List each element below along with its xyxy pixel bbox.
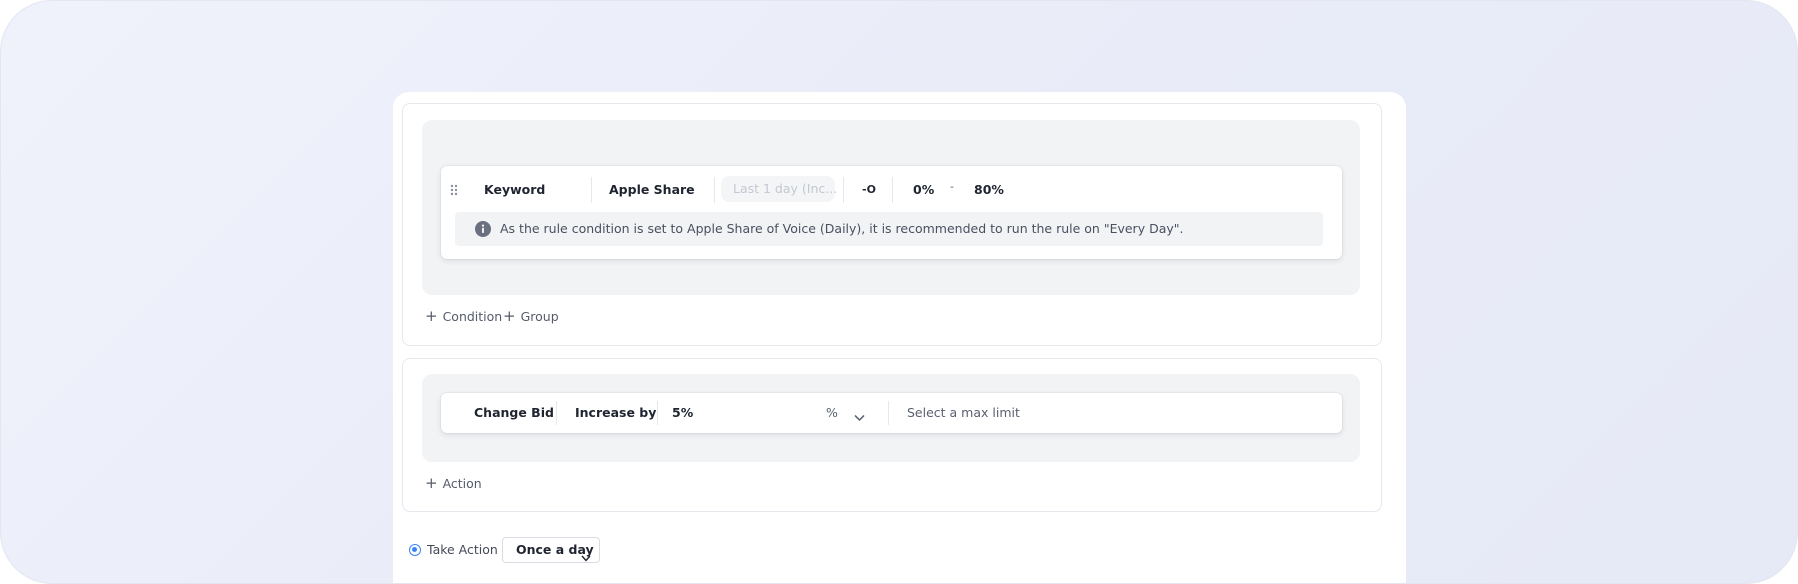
chevron-down-icon[interactable]	[854, 407, 865, 422]
range-dash: -	[950, 180, 954, 193]
action-amount-input[interactable]: 5%	[672, 405, 693, 421]
plus-icon: +	[503, 307, 516, 325]
action-unit-select[interactable]: %	[826, 405, 838, 421]
add-group-button[interactable]: + Group	[503, 307, 559, 325]
rule-editor-panel: Keyword Apple Share of V Last 1 day (Inc…	[393, 92, 1406, 583]
condition-row: Keyword Apple Share of V Last 1 day (Inc…	[441, 166, 1342, 259]
info-icon	[475, 221, 491, 237]
add-action-button[interactable]: + Action	[425, 474, 482, 492]
actions-card: Change Bid Increase by 5% % Select a max…	[402, 358, 1382, 512]
action-row: Change Bid Increase by 5% % Select a max…	[441, 393, 1342, 433]
take-action-label: Take Action	[427, 542, 498, 557]
recommendation-notice: As the rule condition is set to Apple Sh…	[455, 212, 1323, 246]
divider	[591, 177, 592, 203]
conditions-card: Keyword Apple Share of V Last 1 day (Inc…	[402, 103, 1382, 346]
condition-max-input[interactable]: 80%	[974, 182, 1004, 198]
frequency-select[interactable]: Once a day	[502, 537, 600, 563]
divider	[892, 177, 893, 203]
action-direction-select[interactable]: Increase by	[575, 405, 656, 421]
condition-min-input[interactable]: 0%	[913, 182, 934, 198]
divider	[888, 401, 889, 425]
condition-field-select[interactable]: Keyword	[484, 182, 545, 198]
add-action-label: Action	[442, 476, 482, 491]
condition-operator-select[interactable]: -O	[862, 182, 876, 198]
plus-icon: +	[425, 307, 438, 325]
divider	[843, 177, 844, 203]
condition-period-select[interactable]: Last 1 day (Inc...	[721, 176, 838, 202]
divider	[657, 401, 658, 425]
add-condition-label: Condition	[442, 309, 503, 324]
recommendation-text: As the rule condition is set to Apple Sh…	[500, 221, 1184, 236]
condition-metric-select[interactable]: Apple Share of V	[609, 182, 697, 198]
max-limit-select[interactable]: Select a max limit	[907, 405, 1020, 421]
action-type-select[interactable]: Change Bid	[474, 405, 554, 421]
period-placeholder: Last 1 day (Inc...	[733, 181, 838, 196]
plus-icon: +	[425, 474, 438, 492]
divider	[714, 177, 715, 203]
chevron-down-icon	[581, 547, 591, 562]
take-action-radio[interactable]	[409, 544, 421, 556]
add-group-label: Group	[520, 309, 559, 324]
divider	[556, 401, 557, 425]
app-background: Keyword Apple Share of V Last 1 day (Inc…	[0, 0, 1798, 584]
drag-handle-icon[interactable]	[449, 182, 459, 196]
add-condition-button[interactable]: + Condition	[425, 307, 503, 325]
